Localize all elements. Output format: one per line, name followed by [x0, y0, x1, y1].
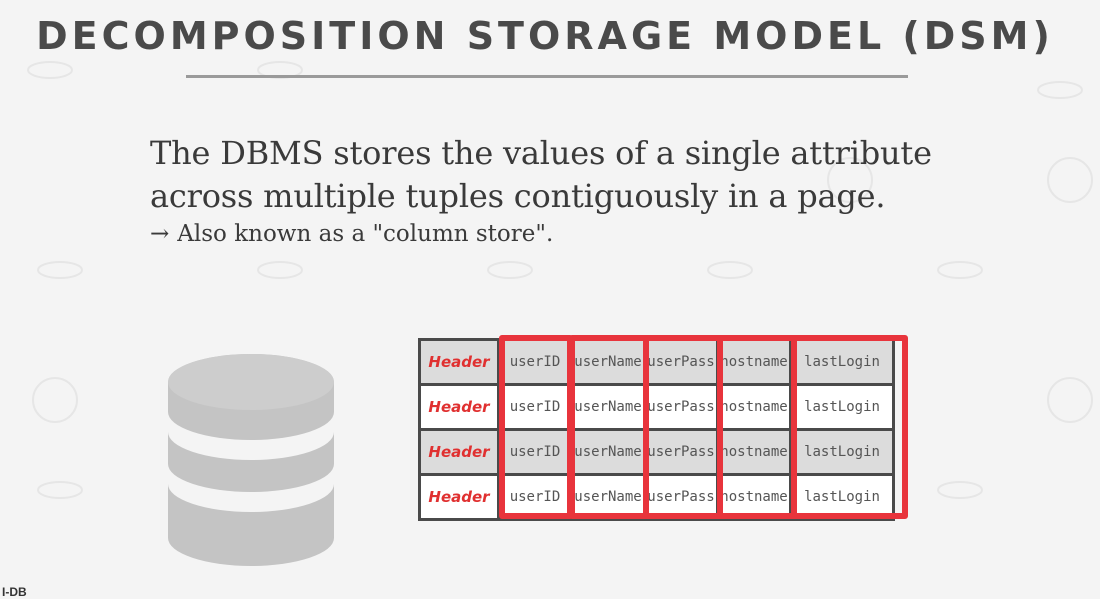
- database-icon: [168, 354, 334, 566]
- tuple-header-cell: Header: [418, 473, 500, 521]
- tuple-header-cell: Header: [418, 338, 500, 386]
- main-paragraph: The DBMS stores the values of a single a…: [150, 134, 932, 215]
- column-highlight-username: [569, 335, 649, 519]
- title-underline: [186, 75, 908, 78]
- column-highlight-userpass: [643, 335, 723, 519]
- slide-title: DECOMPOSITION STORAGE MODEL (DSM): [36, 14, 1054, 58]
- column-highlight-userid: [499, 335, 573, 519]
- bullet-text: Also known as a "column store".: [177, 221, 554, 247]
- slide-body: The DBMS stores the values of a single a…: [150, 132, 1010, 250]
- bullet-item: → Also known as a "column store".: [150, 218, 1010, 250]
- tuple-header-cell: Header: [418, 383, 500, 431]
- column-highlight-lastlogin: [791, 335, 908, 519]
- column-highlight-hostname: [717, 335, 797, 519]
- arrow-icon: →: [150, 221, 170, 247]
- footer-logo: I-DB: [2, 585, 27, 599]
- tuple-header-cell: Header: [418, 428, 500, 476]
